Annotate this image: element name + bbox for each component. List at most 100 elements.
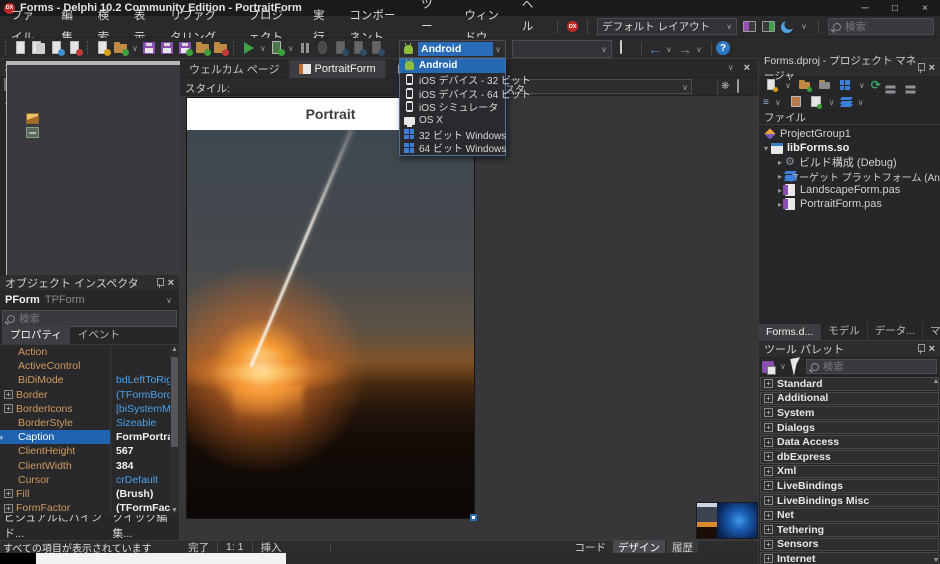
expand-plus-icon[interactable]: + bbox=[764, 438, 773, 447]
property-grid-scrollbar[interactable]: ▲ ▼ bbox=[170, 345, 179, 515]
category-additional[interactable]: +Additional bbox=[760, 392, 939, 406]
property-value[interactable]: bdLeftToRight bbox=[110, 373, 179, 387]
tree-node-landscapeform[interactable]: ▸ LandscapeForm.pas bbox=[759, 183, 940, 197]
category-xml[interactable]: +Xml bbox=[760, 465, 939, 479]
new-project-icon[interactable] bbox=[67, 40, 83, 56]
palette-search-box[interactable] bbox=[806, 359, 937, 374]
toolbar-grip[interactable] bbox=[87, 41, 91, 55]
category-net[interactable]: +Net bbox=[760, 508, 939, 522]
device-preview-icon[interactable] bbox=[737, 80, 739, 92]
apply-layout-icon[interactable] bbox=[762, 21, 775, 32]
tree-node-projectgroup[interactable]: ProjectGroup1 bbox=[759, 127, 940, 141]
expand-plus-icon[interactable]: + bbox=[764, 423, 773, 432]
remove-from-project-icon[interactable] bbox=[818, 78, 832, 92]
property-value[interactable]: (TFormBorder) bbox=[110, 388, 179, 402]
run-without-debug-icon[interactable] bbox=[269, 40, 285, 56]
property-row[interactable]: ClientWidth 384 bbox=[0, 459, 179, 473]
property-value[interactable]: 384 bbox=[110, 459, 179, 473]
dropdown-item-android[interactable]: Android bbox=[400, 59, 505, 73]
designed-form[interactable]: Portrait bbox=[186, 97, 475, 519]
category-livebindings[interactable]: +LiveBindings bbox=[760, 479, 939, 493]
chevron-down-icon[interactable]: ∨ bbox=[775, 98, 781, 107]
property-row[interactable]: +FormFactor (TFormFactor) bbox=[0, 501, 179, 515]
toolbar-grip[interactable] bbox=[5, 41, 9, 55]
scroll-up-icon[interactable]: ▲ bbox=[932, 378, 940, 385]
category-system[interactable]: +System bbox=[760, 406, 939, 420]
expand-plus-icon[interactable]: + bbox=[764, 540, 773, 549]
save-icon[interactable] bbox=[141, 40, 157, 56]
open-chevron-icon[interactable]: ∨ bbox=[132, 44, 138, 53]
property-value[interactable] bbox=[110, 359, 179, 373]
navigate-back-icon[interactable]: ← bbox=[648, 42, 662, 56]
expand-plus-icon[interactable]: + bbox=[764, 467, 773, 476]
toolbar-grip[interactable] bbox=[233, 41, 237, 55]
close-panel-icon[interactable]: × bbox=[929, 344, 935, 355]
compile-icon[interactable] bbox=[808, 95, 822, 109]
tab-list-chevron-icon[interactable]: ∨ bbox=[728, 63, 734, 74]
property-row[interactable]: Cursor crDefault bbox=[0, 473, 179, 487]
category-sensors[interactable]: +Sensors bbox=[760, 538, 939, 552]
close-tab-icon[interactable]: × bbox=[744, 63, 750, 74]
expand-plus-icon[interactable]: + bbox=[764, 379, 773, 388]
tab-portraitform[interactable]: PortraitForm bbox=[290, 60, 386, 78]
dropdown-item-ios-simulator[interactable]: iOS シミュレータ bbox=[400, 100, 505, 114]
close-panel-icon[interactable]: × bbox=[168, 278, 174, 289]
device-preview-thumbnail[interactable] bbox=[696, 502, 758, 539]
tree-node-pform[interactable]: ▾ PForm bbox=[0, 97, 179, 111]
ide-search-input[interactable] bbox=[845, 21, 929, 33]
category-livebindings-misc[interactable]: +LiveBindings Misc bbox=[760, 494, 939, 508]
form-resize-handle[interactable] bbox=[470, 514, 477, 521]
tree-node-portraitform[interactable]: ▸ PortraitForm.pas bbox=[759, 197, 940, 211]
form-designer-canvas[interactable]: Portrait bbox=[180, 96, 758, 540]
property-value[interactable]: (Brush) bbox=[110, 487, 179, 501]
add-to-project-icon[interactable] bbox=[798, 78, 812, 92]
run-icon[interactable] bbox=[241, 40, 257, 56]
open-project-icon[interactable] bbox=[195, 40, 211, 56]
inspector-search-input[interactable] bbox=[19, 313, 103, 325]
property-row[interactable]: ClientHeight 567 bbox=[0, 444, 179, 458]
property-row[interactable]: +Border (TFormBorder) bbox=[0, 388, 179, 402]
forward-chevron-icon[interactable]: ∨ bbox=[696, 45, 702, 54]
expand-plus-icon[interactable]: + bbox=[764, 408, 773, 417]
open-file-icon[interactable] bbox=[113, 40, 129, 56]
save-layout-icon[interactable] bbox=[743, 21, 756, 32]
pin-icon[interactable] bbox=[917, 344, 924, 354]
property-row[interactable]: +Fill (Brush) bbox=[0, 487, 179, 501]
property-row[interactable]: ActiveControl bbox=[0, 359, 179, 373]
activate-project-icon[interactable] bbox=[764, 78, 778, 92]
expand-plus-icon[interactable]: + bbox=[4, 489, 13, 498]
tab-data[interactable]: データ... bbox=[868, 321, 923, 340]
expand-plus-icon[interactable]: + bbox=[764, 511, 773, 520]
file-column-header[interactable]: ファイル bbox=[759, 111, 940, 125]
close-button[interactable]: × bbox=[910, 0, 940, 16]
palette-search-input[interactable] bbox=[823, 361, 883, 373]
property-row[interactable]: BiDiMode bdLeftToRight bbox=[0, 373, 179, 387]
deploy-icon[interactable] bbox=[841, 97, 852, 107]
collapse-nodes-icon[interactable] bbox=[886, 78, 900, 92]
expand-plus-icon[interactable]: + bbox=[4, 404, 13, 413]
property-value[interactable]: [biSystemMenu,biMi bbox=[110, 402, 179, 416]
category-dbexpress[interactable]: +dbExpress bbox=[760, 450, 939, 464]
back-chevron-icon[interactable]: ∨ bbox=[666, 45, 672, 54]
tree-node-libforms[interactable]: ▾ libForms.so bbox=[759, 141, 940, 155]
property-value[interactable]: Sizeable bbox=[110, 416, 179, 430]
expand-plus-icon[interactable]: + bbox=[764, 525, 773, 534]
chevron-down-icon[interactable]: ∨ bbox=[785, 81, 791, 90]
category-internet[interactable]: +Internet bbox=[760, 552, 939, 564]
scroll-down-icon[interactable]: ▼ bbox=[932, 557, 940, 564]
minimize-button[interactable]: ─ bbox=[850, 0, 880, 16]
tab-welcome-page[interactable]: ウェルカム ページ bbox=[180, 60, 290, 78]
chevron-down-icon[interactable]: ∨ bbox=[829, 98, 835, 107]
help-icon[interactable]: ? bbox=[716, 41, 730, 55]
sunset-photo-image[interactable] bbox=[187, 130, 474, 516]
maximize-button[interactable]: □ bbox=[880, 0, 910, 16]
category-dialogs[interactable]: +Dialogs bbox=[760, 421, 939, 435]
new-unit-icon[interactable] bbox=[49, 40, 65, 56]
target-platform-combo[interactable]: Android ∨ bbox=[399, 40, 506, 58]
package-icon[interactable] bbox=[762, 361, 774, 373]
device-icon[interactable] bbox=[620, 41, 622, 53]
close-project-icon[interactable] bbox=[213, 40, 229, 56]
dropdown-item-ios32[interactable]: iOS デバイス - 32 ビット bbox=[400, 73, 505, 87]
run-options-chevron-icon[interactable]: ∨ bbox=[288, 44, 294, 53]
dropdown-item-ios64[interactable]: iOS デバイス - 64 ビット bbox=[400, 86, 505, 100]
